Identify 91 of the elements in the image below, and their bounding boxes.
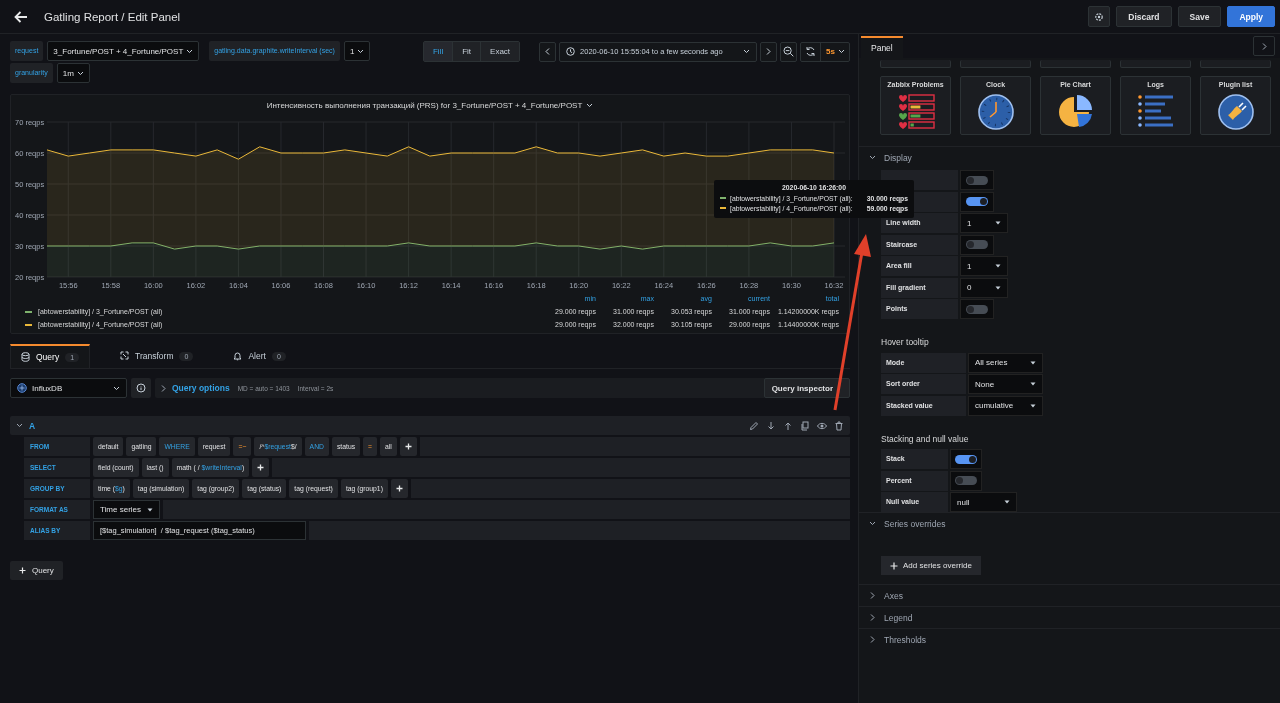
back-arrow-icon	[14, 10, 28, 23]
option-dropdown[interactable]: All series	[968, 352, 1043, 373]
add-override-button[interactable]: Add series override	[881, 556, 981, 575]
help-icon	[136, 383, 146, 393]
refresh-control[interactable]: 5s	[800, 41, 850, 62]
zoom-mode-button[interactable]: Fill	[423, 42, 454, 61]
caret-down-icon	[1030, 360, 1036, 365]
chevron-down-icon	[186, 48, 194, 54]
collapse-pane-button[interactable]	[1253, 36, 1275, 56]
variable-dropdown[interactable]: 1m	[56, 63, 90, 83]
chevron-left-icon	[545, 48, 551, 55]
chevron-down-icon	[838, 49, 845, 54]
group-title: Hover tooltip	[881, 337, 930, 347]
add-query-button[interactable]: Query	[10, 561, 63, 580]
caret-down-icon	[1004, 500, 1010, 504]
caret-down-icon	[995, 285, 1001, 290]
chevron-right-icon	[161, 384, 166, 392]
toggle-switch[interactable]	[960, 299, 994, 319]
chevron-down-icon	[113, 385, 120, 391]
chevron-down-icon	[76, 70, 84, 76]
refresh-interval: 5s	[825, 47, 835, 56]
option-dropdown[interactable]: null	[950, 492, 1017, 512]
next-button[interactable]	[760, 41, 778, 62]
chevron-down-icon	[586, 102, 594, 108]
transform-icon	[120, 351, 130, 361]
option-dropdown[interactable]: None	[968, 374, 1043, 394]
section-header[interactable]: Display	[859, 147, 1280, 168]
refresh-icon	[805, 46, 817, 57]
section-header[interactable]: Legend	[859, 607, 1280, 628]
arrow-down-icon[interactable]	[766, 420, 776, 431]
chevron-right-icon	[1261, 42, 1267, 50]
clock-icon	[566, 47, 576, 56]
add-button[interactable]	[390, 479, 408, 498]
option-dropdown[interactable]: cumulative	[968, 395, 1043, 416]
trash-icon[interactable]	[834, 420, 844, 431]
chevron-down-icon	[743, 49, 751, 54]
section-header[interactable]: Thresholds	[859, 629, 1280, 650]
query-collapse-toggle[interactable]: A	[16, 420, 36, 431]
arrow-up-icon[interactable]	[783, 420, 793, 431]
datasource-dropdown[interactable]: InfluxDB	[10, 378, 127, 398]
plus-icon	[257, 464, 265, 471]
panel-title[interactable]: Интенсивность выполнения транзакций (PRS) for 3_Fortune/POST + 4_Fortune/POST	[11, 95, 849, 111]
group-title: Stacking and null value	[881, 433, 970, 444]
copy-icon[interactable]	[800, 420, 810, 431]
settings-icon	[1094, 11, 1105, 22]
eye-icon[interactable]	[817, 420, 827, 431]
previous-button[interactable]	[539, 41, 557, 62]
option-dropdown[interactable]: 1	[960, 213, 1008, 233]
add-button[interactable]	[252, 458, 270, 477]
action-button[interactable]: Apply	[1227, 6, 1275, 27]
zoom-out-button[interactable]	[780, 41, 798, 62]
edit-icon[interactable]	[749, 420, 759, 431]
query-inspector-button[interactable]: Query inspector	[763, 378, 850, 398]
query-options-toggle[interactable]: Query options	[161, 383, 230, 393]
datasource-icon	[17, 383, 27, 393]
help-button[interactable]	[131, 378, 151, 398]
toggle-switch[interactable]	[960, 191, 994, 212]
plus-icon	[19, 567, 26, 574]
plus-icon	[890, 561, 898, 570]
options-tab[interactable]: Panel	[861, 36, 903, 58]
plus-icon	[395, 485, 403, 492]
option-dropdown[interactable]: 0	[960, 277, 1008, 298]
section-header[interactable]: Axes	[859, 585, 1280, 606]
settings-button[interactable]	[1088, 6, 1111, 27]
add-button[interactable]	[399, 437, 417, 456]
action-button[interactable]: Save	[1177, 6, 1222, 27]
option-dropdown[interactable]: 1	[960, 256, 1008, 276]
plug-icon	[1216, 93, 1255, 131]
toggle-switch[interactable]	[950, 470, 982, 491]
clock-icon	[976, 93, 1015, 131]
bell-icon	[233, 351, 243, 361]
caret-down-icon	[147, 507, 153, 512]
caret-down-icon	[995, 264, 1001, 268]
caret-down-icon	[1030, 403, 1036, 408]
section-header[interactable]: Series overrides	[859, 513, 1280, 534]
caret-down-icon	[995, 221, 1001, 225]
database-icon	[21, 352, 30, 362]
action-button[interactable]: Discard	[1116, 6, 1172, 27]
chevron-down-icon	[357, 48, 365, 54]
toggle-switch[interactable]	[960, 170, 994, 190]
toggle-switch[interactable]	[950, 449, 982, 469]
variable-dropdown[interactable]: 3_Fortune/POST + 4_Fortune/POST	[47, 41, 200, 61]
plus-icon	[404, 443, 412, 450]
format-dropdown[interactable]: Time series	[93, 500, 160, 519]
variable-dropdown[interactable]: 1	[343, 41, 371, 61]
page-title: Gatling Report / Edit Panel	[44, 10, 181, 23]
zoom-out-icon	[783, 46, 795, 57]
toggle-switch[interactable]	[960, 234, 994, 255]
list-icon	[1135, 93, 1176, 129]
chevron-right-icon	[766, 48, 772, 55]
caret-down-icon	[1030, 382, 1036, 386]
